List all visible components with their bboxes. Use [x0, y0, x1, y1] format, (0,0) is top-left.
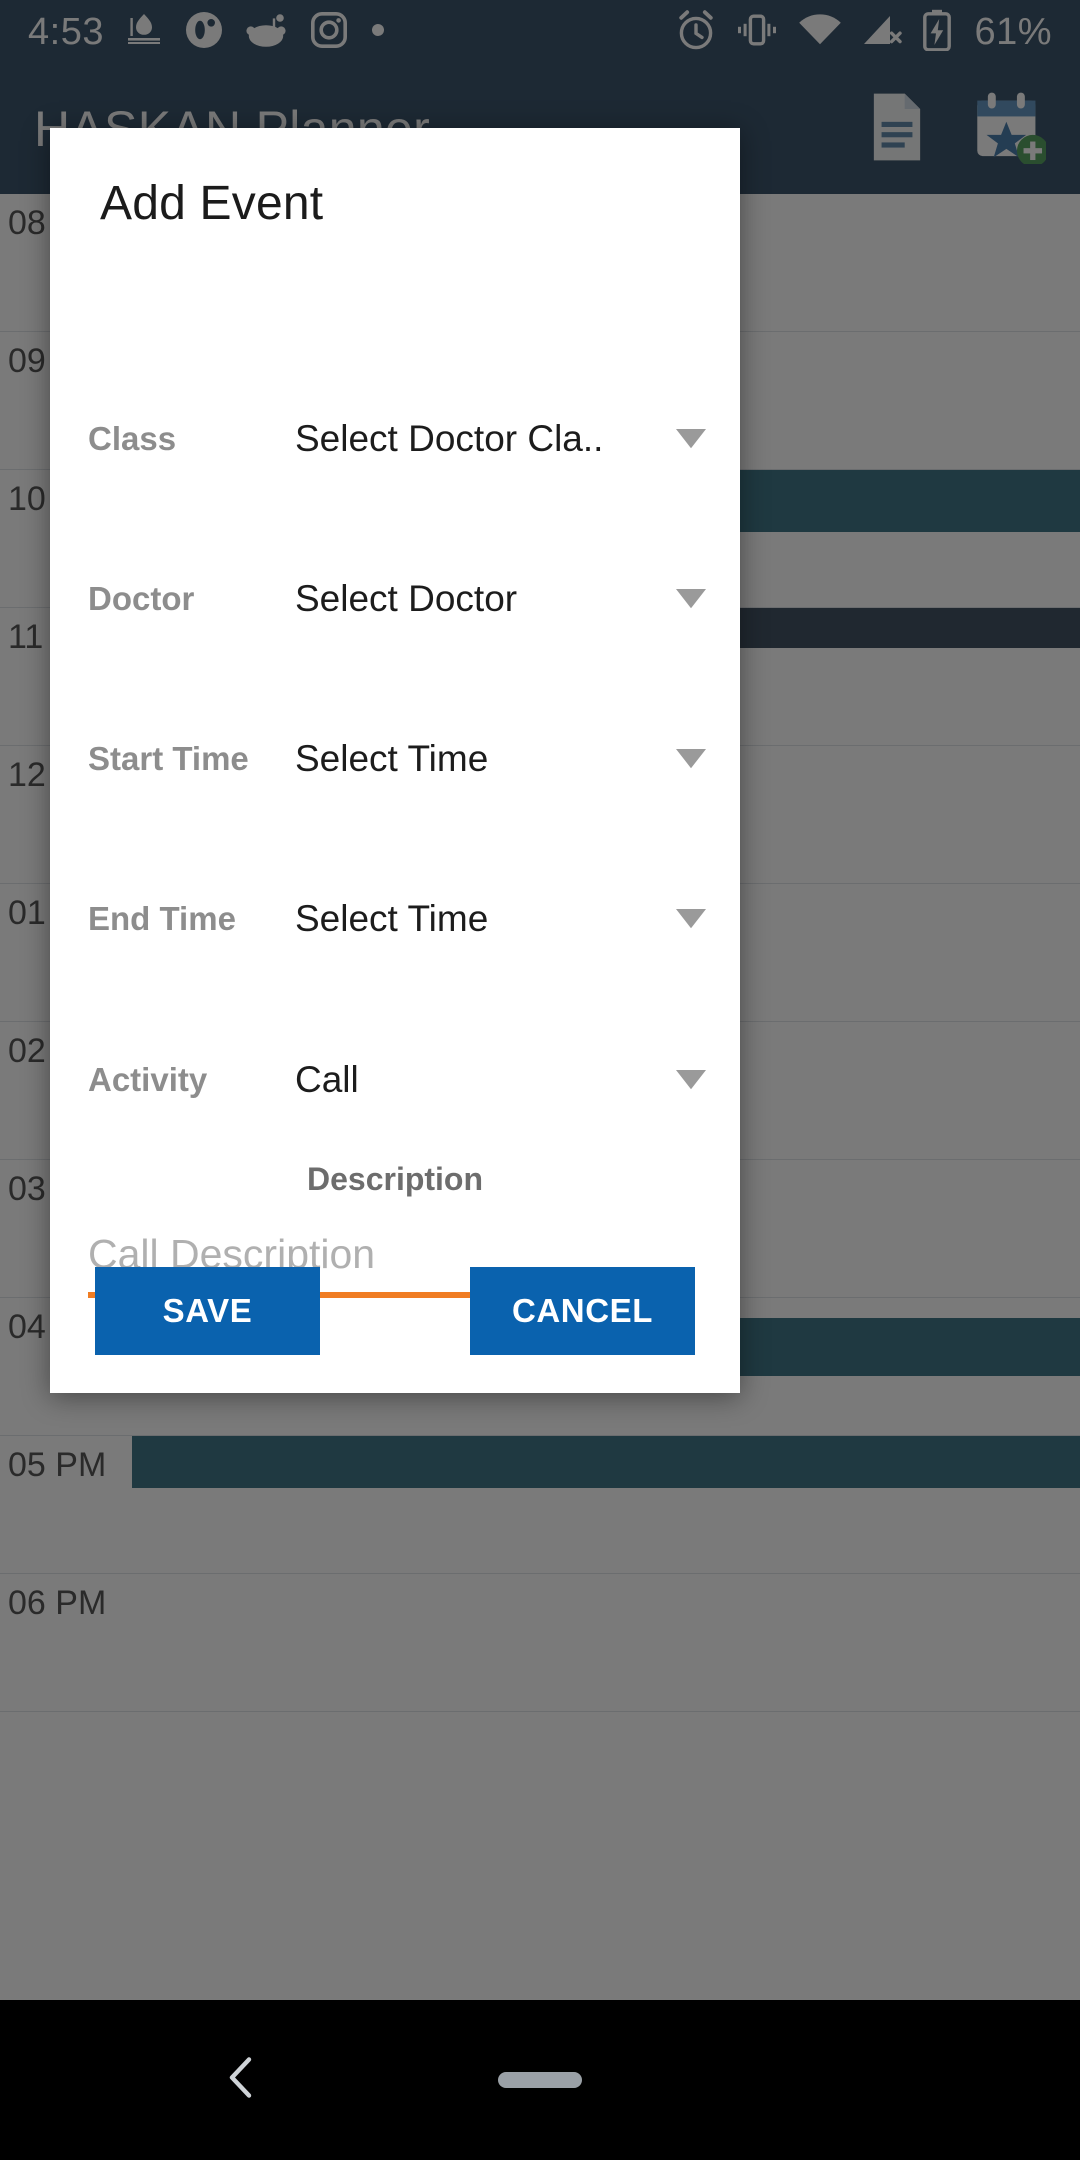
chevron-down-icon[interactable]	[676, 1070, 740, 1090]
field-label: Doctor	[88, 580, 195, 617]
chevron-down-icon[interactable]	[676, 909, 740, 929]
field-row-class[interactable]: Class Select Doctor Cla..	[50, 416, 740, 462]
add-event-form: Class Select Doctor Cla.. Doctor Select Doc…	[50, 231, 740, 1393]
field-label: Start Time	[88, 740, 249, 777]
chevron-down-icon[interactable]	[676, 589, 740, 609]
field-row-start-time[interactable]: Start Time Select Time	[50, 736, 740, 782]
chevron-down-icon[interactable]	[676, 749, 740, 769]
dialog-action-bar: SAVE CANCEL	[50, 1267, 740, 1393]
save-button[interactable]: SAVE	[95, 1267, 320, 1355]
field-value[interactable]: Select Doctor Cla..	[295, 418, 676, 460]
description-label: Description	[306, 1161, 484, 1197]
field-label: Activity	[88, 1061, 208, 1098]
chevron-down-icon[interactable]	[676, 429, 740, 449]
field-label: End Time	[88, 900, 236, 937]
field-value[interactable]: Select Doctor	[295, 578, 676, 620]
phone-screen: 08 AM09 AM10 AM11 AM12 PM01 PM02 PM03 PM…	[0, 0, 1080, 2160]
back-button-icon[interactable]	[222, 2055, 262, 2106]
dialog-title: Add Event	[100, 177, 324, 230]
field-row-end-time[interactable]: End Time Select Time	[50, 896, 740, 942]
field-value[interactable]: Select Time	[295, 898, 676, 940]
field-value[interactable]: Select Time	[295, 738, 676, 780]
home-pill-button[interactable]	[498, 2072, 582, 2088]
add-event-dialog: Add Event Class Select Doctor Cla.. Doctor…	[50, 128, 740, 1393]
system-nav-bar	[0, 2000, 1080, 2160]
field-row-doctor[interactable]: Doctor Select Doctor	[50, 576, 740, 622]
field-row-activity[interactable]: Activity Call	[50, 1057, 740, 1103]
cancel-button[interactable]: CANCEL	[470, 1267, 695, 1355]
field-label: Class	[88, 420, 177, 457]
field-value[interactable]: Call	[295, 1059, 676, 1101]
